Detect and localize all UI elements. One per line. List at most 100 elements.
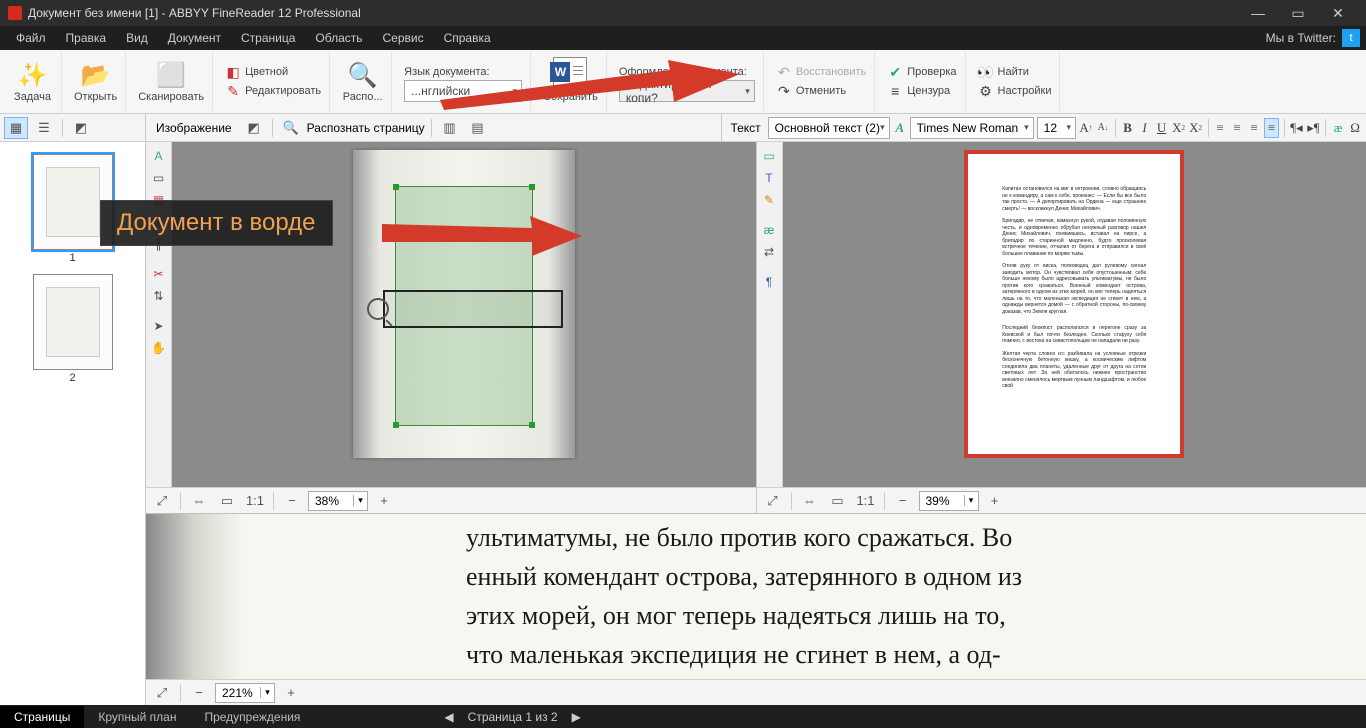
align-center-button[interactable]: ≡	[1230, 118, 1244, 138]
txt-tool-replace[interactable]: ⇄	[759, 242, 779, 262]
ribbon-recognize[interactable]: 🔍 Распо...	[334, 52, 392, 111]
txt-actual-size-button[interactable]: 1:1	[854, 490, 878, 512]
status-tab-warn[interactable]: Предупреждения	[190, 706, 314, 728]
thumb-settings-button[interactable]: ◩	[69, 117, 93, 139]
view-details-button[interactable]: ☰	[32, 117, 56, 139]
txt-zoom-out-button[interactable]: −	[891, 490, 915, 512]
status-tab-zoom[interactable]: Крупный план	[84, 706, 190, 728]
ribbon-censor[interactable]: ≡Цензура	[887, 82, 956, 100]
image-settings-button[interactable]: ◩	[242, 117, 266, 139]
superscript-button[interactable]: X2	[1172, 118, 1186, 138]
minimize-button[interactable]: —	[1238, 5, 1278, 21]
align-right-button[interactable]: ≡	[1247, 118, 1261, 138]
tool-cut[interactable]: ✂	[149, 264, 169, 284]
ribbon-settings[interactable]: ⚙Настройки	[978, 82, 1052, 100]
omega-button[interactable]: Ω	[1348, 118, 1362, 138]
img-collapse-button[interactable]: ⤢	[150, 490, 174, 512]
img-fit-page-button[interactable]: ▭	[215, 490, 239, 512]
ribbon-cancel[interactable]: ↷Отменить	[776, 82, 866, 100]
txt-collapse-button[interactable]: ⤢	[761, 490, 785, 512]
menu-tools[interactable]: Сервис	[373, 28, 434, 48]
img-zoom-in-button[interactable]: +	[372, 490, 396, 512]
image-tool-b[interactable]: ▤	[466, 117, 490, 139]
maximize-button[interactable]: ▭	[1278, 5, 1318, 22]
view-thumbnails-button[interactable]: ▦	[4, 117, 28, 139]
thumbnail-2[interactable]	[33, 274, 113, 370]
img-zoom-out-button[interactable]: −	[280, 490, 304, 512]
style-dropdown[interactable]: Основной текст (2)	[768, 117, 890, 139]
zoom-collapse-button[interactable]: ⤢	[150, 682, 174, 704]
ribbon-open[interactable]: 📂 Открыть	[66, 52, 126, 111]
txt-fit-page-button[interactable]: ▭	[826, 490, 850, 512]
zoom-value[interactable]: 221%▾	[215, 683, 275, 703]
txt-tool-image[interactable]: ▭	[759, 146, 779, 166]
tool-reorder[interactable]: ⇅	[149, 286, 169, 306]
underline-button[interactable]: U	[1155, 118, 1169, 138]
txt-zoom-value[interactable]: 39%▾	[919, 491, 979, 511]
menu-help[interactable]: Справка	[434, 28, 501, 48]
txt-tool-highlight[interactable]: T	[759, 168, 779, 188]
txt-tool-find[interactable]: æ	[759, 220, 779, 240]
menu-view[interactable]: Вид	[116, 28, 158, 48]
menu-area[interactable]: Область	[305, 28, 372, 48]
menu-file[interactable]: Файл	[6, 28, 56, 48]
magnifier-selection[interactable]	[383, 290, 563, 328]
ltr-button[interactable]: ▸¶	[1306, 118, 1320, 138]
thumbnail-toolbar: ▦ ☰ ◩	[0, 114, 146, 142]
txt-tool-para[interactable]: ¶	[759, 272, 779, 292]
image-page-view[interactable]	[172, 142, 756, 487]
ribbon-edit-image[interactable]: ✎Редактировать	[225, 82, 321, 100]
align-justify-button[interactable]: ≡	[1264, 118, 1279, 138]
tool-hand[interactable]: ✋	[149, 338, 169, 358]
img-zoom-value[interactable]: 38%▾	[308, 491, 368, 511]
menu-edit[interactable]: Правка	[56, 28, 117, 48]
img-fit-width-button[interactable]: ⇔	[187, 490, 211, 512]
ribbon-color-label: Цветной	[245, 66, 288, 78]
ribbon-task[interactable]: ✨ Задача	[4, 52, 62, 111]
tool-area-image[interactable]: ▭	[149, 168, 169, 188]
tool-area-text[interactable]: A	[149, 146, 169, 166]
zoom-view[interactable]: ультиматумы, не было против кого сражать…	[146, 514, 1366, 705]
pager-next[interactable]: ▶	[572, 710, 581, 724]
zoom-out-button[interactable]: −	[187, 682, 211, 704]
ribbon-task-label: Задача	[14, 91, 51, 103]
grow-font-button[interactable]: A↑	[1079, 118, 1093, 138]
subscript-button[interactable]: X2	[1189, 118, 1203, 138]
txt-tool-note[interactable]: ✎	[759, 190, 779, 210]
insert-symbol-button[interactable]: æ	[1331, 118, 1345, 138]
ribbon-scan[interactable]: ⬜ Сканировать	[130, 52, 213, 111]
text-para-1: Капитан остановился на миг в нетроении, …	[1002, 186, 1146, 212]
status-tab-pages[interactable]: Страницы	[0, 706, 84, 728]
menu-document[interactable]: Документ	[158, 28, 231, 48]
ribbon-undo[interactable]: ↶Восстановить	[776, 63, 866, 81]
zoom-in-button[interactable]: +	[279, 682, 303, 704]
image-vertical-tools: A ▭ ▦ ⊞ ∥ ✂ ⇅ ➤ ✋	[146, 142, 172, 487]
bold-button[interactable]: B	[1121, 118, 1135, 138]
image-tool-a[interactable]: ▥	[438, 117, 462, 139]
pager-prev[interactable]: ◀	[444, 710, 453, 724]
align-left-button[interactable]: ≡	[1213, 118, 1227, 138]
window-title: Документ без имени [1] - ABBYY FineReade…	[28, 6, 1238, 20]
ribbon-check[interactable]: ✔Проверка	[887, 63, 956, 81]
txt-zoom-in-button[interactable]: +	[983, 490, 1007, 512]
ribbon-color-mode[interactable]: ◧Цветной	[225, 63, 321, 81]
italic-button[interactable]: I	[1138, 118, 1152, 138]
zoom-text: 221%	[216, 686, 260, 700]
twitter-icon[interactable]: t	[1342, 29, 1360, 47]
font-dropdown[interactable]: Times New Roman	[910, 117, 1034, 139]
txt-fit-width-button[interactable]: ⇔	[798, 490, 822, 512]
img-actual-size-button[interactable]: 1:1	[243, 490, 267, 512]
rtl-button[interactable]: ¶◂	[1289, 118, 1303, 138]
ribbon-undo-label: Восстановить	[796, 66, 866, 78]
menu-page[interactable]: Страница	[231, 28, 305, 48]
tool-pointer[interactable]: ➤	[149, 316, 169, 336]
close-button[interactable]: ✕	[1318, 5, 1358, 22]
font-size-dropdown[interactable]: 12	[1037, 117, 1076, 139]
style-edit-button[interactable]: A	[893, 118, 907, 138]
text-page-view[interactable]: Капитан остановился на миг в нетроении, …	[783, 142, 1366, 487]
pager-label: Страница 1 из 2	[468, 710, 558, 724]
ribbon-find[interactable]: 👀Найти	[978, 63, 1052, 81]
recognize-page-button[interactable]: Распознать страницу	[307, 121, 425, 135]
shrink-font-button[interactable]: A↓	[1096, 118, 1110, 138]
zoom-line-1: ультиматумы, не было против кого сражать…	[466, 523, 1012, 552]
